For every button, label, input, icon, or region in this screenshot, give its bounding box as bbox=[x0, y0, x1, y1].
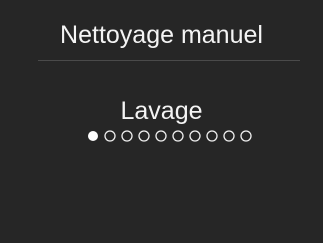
cleaning-status-label: Lavage bbox=[120, 97, 203, 125]
progress-dot-empty bbox=[138, 130, 150, 142]
progress-dot-empty bbox=[206, 130, 218, 142]
progress-dot-empty bbox=[155, 130, 167, 142]
progress-dots bbox=[88, 130, 252, 142]
progress-dot-empty bbox=[172, 130, 184, 142]
progress-dot-filled bbox=[88, 131, 98, 141]
display-screen: Nettoyage manuel Lavage bbox=[0, 0, 323, 243]
screen-title: Nettoyage manuel bbox=[60, 21, 263, 49]
progress-dot-empty bbox=[223, 130, 235, 142]
title-divider bbox=[38, 60, 300, 61]
progress-dot-empty bbox=[121, 130, 133, 142]
progress-dot-empty bbox=[104, 130, 116, 142]
progress-dot-empty bbox=[240, 130, 252, 142]
step-progress-indicator bbox=[87, 130, 257, 142]
progress-dot-empty bbox=[189, 130, 201, 142]
